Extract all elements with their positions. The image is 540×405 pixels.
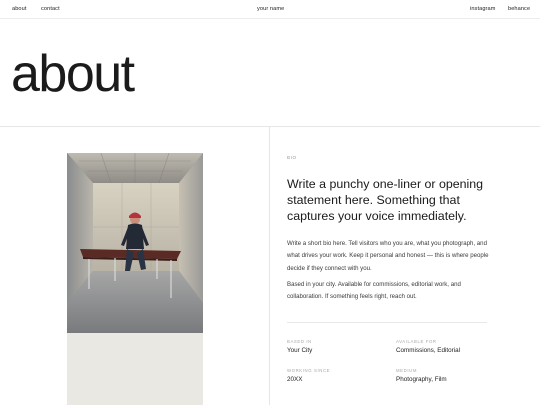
site-name-link[interactable]: your name	[257, 6, 284, 12]
nav-link-instagram[interactable]: instagram	[470, 6, 495, 12]
bio-paragraph: Write a short bio here. Tell visitors wh…	[287, 240, 489, 272]
meta-label-medium: MEDIUM	[396, 368, 418, 373]
nav-link-contact[interactable]: contact	[41, 6, 60, 12]
top-navigation: about contact your name instagram behanc…	[0, 0, 540, 19]
meta-value-medium: Photography, Film	[396, 376, 447, 383]
photo-backdrop	[67, 333, 203, 405]
page-title: about	[11, 45, 135, 103]
nav-link-about[interactable]: about	[12, 6, 27, 12]
meta-value-based-in: Your City	[287, 347, 313, 354]
hero-section: about	[0, 19, 540, 127]
meta-label-available-for: AVAILABLE FOR	[396, 339, 437, 344]
meta-label-based-in: BASED IN	[287, 339, 312, 344]
column-divider	[269, 127, 270, 405]
nav-link-behance[interactable]: behance	[508, 6, 530, 12]
meta-value-working-since: 20XX	[287, 376, 303, 383]
bio-headline: Write a punchy one-liner or opening stat…	[287, 177, 484, 223]
portrait-photo	[67, 153, 203, 333]
bio-paragraph: Based in your city. Available for commis…	[287, 281, 461, 301]
meta-label-working-since: WORKING SINCE	[287, 368, 331, 373]
bio-section-label: BIO	[287, 155, 297, 160]
portrait-photo-illustration	[67, 153, 203, 333]
meta-value-available-for: Commissions, Editorial	[396, 347, 461, 354]
section-divider	[287, 322, 487, 323]
